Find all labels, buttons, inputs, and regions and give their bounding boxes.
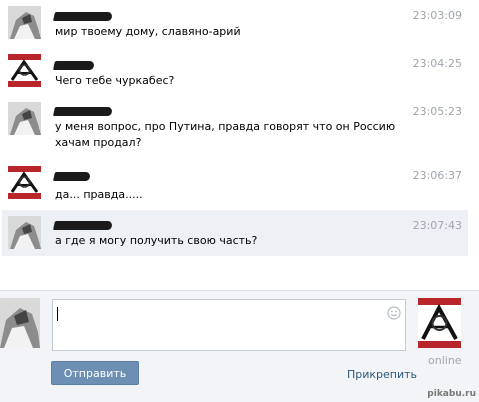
message-text: Чего тебе чуркабес?	[55, 74, 175, 87]
message-text: а где я могу получить свою часть?	[55, 234, 258, 247]
message-input[interactable]	[52, 299, 406, 351]
my-avatar[interactable]	[0, 298, 40, 348]
message-row[interactable]: мир твоему дому, славяно-арий 23:03:09	[2, 0, 468, 46]
sender-avatar[interactable]	[8, 102, 41, 135]
message-row-selected[interactable]: а где я могу получить свою часть? 23:07:…	[2, 210, 468, 256]
smile-icon[interactable]	[387, 306, 401, 320]
send-button[interactable]: Отправить	[51, 361, 139, 385]
message-row[interactable]: Чего тебе чуркабес? 23:04:25	[2, 48, 468, 94]
sender-avatar[interactable]	[8, 216, 41, 249]
message-row[interactable]: да... правда..... 23:06:37	[2, 160, 468, 206]
message-time: 23:03:09	[412, 9, 462, 22]
text-caret	[57, 307, 58, 321]
peer-status: online	[428, 354, 462, 367]
watermark: pikabu.ru	[427, 389, 476, 399]
peer-avatar[interactable]	[418, 298, 461, 348]
message-text: у меня вопрос, про Путина, правда говоря…	[55, 120, 396, 149]
attach-link[interactable]: Прикрепить	[347, 368, 417, 381]
message-text: да... правда.....	[55, 188, 143, 201]
sender-name-redacted	[53, 107, 113, 116]
message-time: 23:05:23	[412, 105, 462, 118]
sender-avatar[interactable]	[8, 6, 41, 39]
message-text: мир твоему дому, славяно-арий	[55, 25, 241, 38]
message-time: 23:06:37	[412, 169, 462, 182]
sender-name-redacted	[53, 12, 113, 21]
sender-avatar[interactable]	[8, 54, 41, 87]
sender-name-redacted	[53, 172, 91, 181]
message-row[interactable]: у меня вопрос, про Путина, правда говоря…	[2, 96, 468, 158]
sender-name-redacted	[53, 221, 113, 230]
message-time: 23:04:25	[412, 57, 462, 70]
message-time: 23:07:43	[412, 219, 462, 232]
sender-avatar[interactable]	[8, 166, 41, 199]
sender-name-redacted	[53, 61, 95, 70]
